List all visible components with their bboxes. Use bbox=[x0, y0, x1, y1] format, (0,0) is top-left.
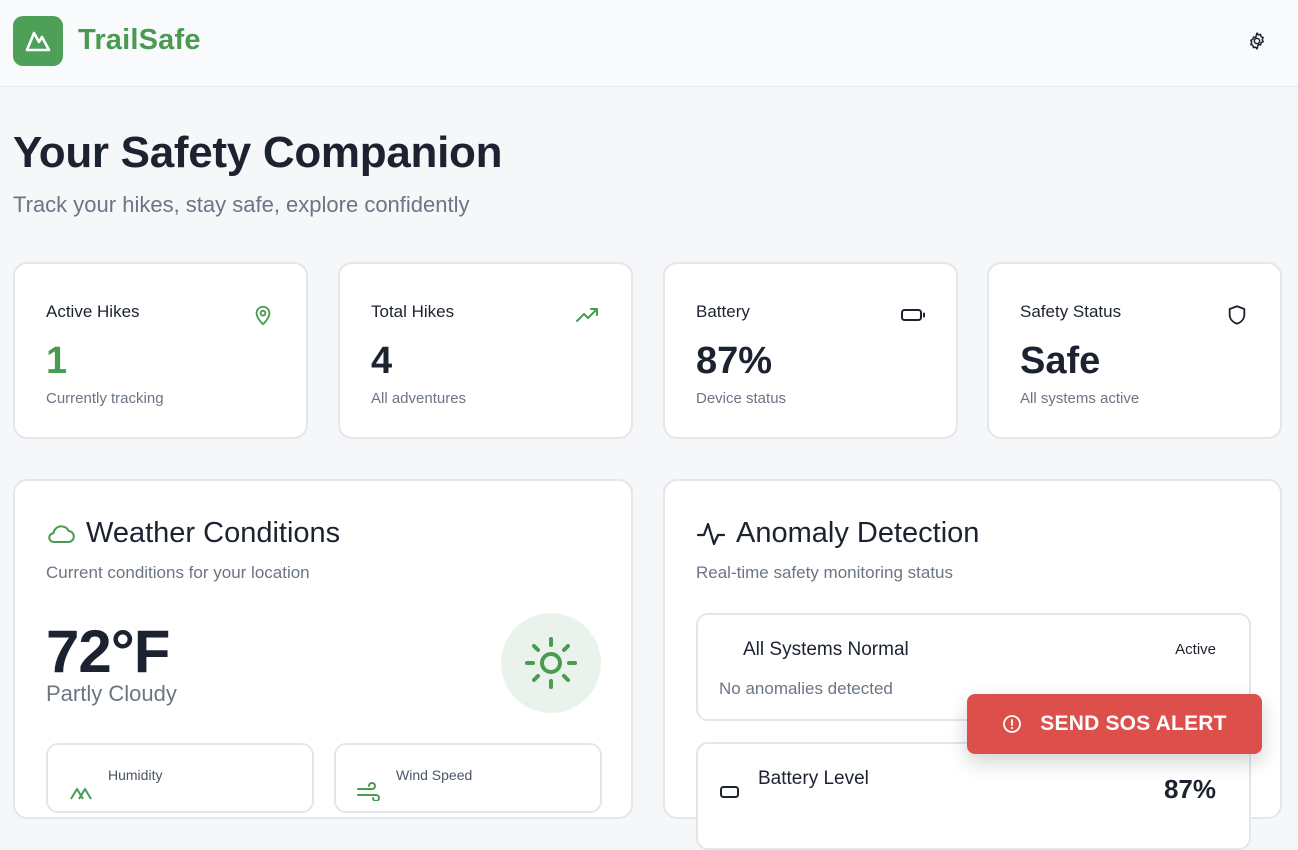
stat-value: 87% bbox=[696, 340, 773, 382]
battery-icon bbox=[719, 784, 743, 805]
stat-card-safety-status[interactable]: Safety Status Safe All systems active bbox=[987, 262, 1282, 439]
humidity-label: Humidity bbox=[108, 767, 163, 783]
gear-icon bbox=[1250, 32, 1264, 50]
anomaly-title-text: Anomaly Detection bbox=[736, 517, 980, 549]
cloud-icon bbox=[48, 524, 75, 543]
mountain-icon bbox=[25, 31, 51, 52]
stat-desc: All systems active bbox=[1020, 390, 1140, 407]
stat-desc: All adventures bbox=[371, 390, 467, 407]
sos-label: SEND SOS ALERT bbox=[1040, 712, 1227, 735]
stat-value: 4 bbox=[371, 340, 393, 382]
map-pin-icon bbox=[250, 302, 276, 328]
anomaly-title: Anomaly Detection bbox=[696, 517, 979, 550]
weather-panel: Weather Conditions Current conditions fo… bbox=[13, 479, 633, 819]
page-subtitle: Track your hikes, stay safe, explore con… bbox=[13, 192, 470, 217]
weather-title: Weather Conditions bbox=[46, 517, 340, 550]
stat-label: Active Hikes bbox=[46, 302, 140, 321]
status-item-battery[interactable]: Battery Level 87% bbox=[696, 742, 1251, 850]
stat-card-total-hikes[interactable]: Total Hikes 4 All adventures bbox=[338, 262, 633, 439]
droplets-icon bbox=[68, 781, 94, 806]
stat-card-battery[interactable]: Battery 87% Device status bbox=[663, 262, 958, 439]
shield-icon bbox=[1224, 302, 1250, 328]
weather-title-text: Weather Conditions bbox=[86, 517, 341, 549]
sun-icon bbox=[525, 637, 577, 689]
temperature: 72°F bbox=[46, 618, 170, 685]
stat-label: Total Hikes bbox=[371, 302, 455, 321]
status-title: Battery Level bbox=[758, 768, 869, 789]
sos-alert-button[interactable]: SEND SOS ALERT bbox=[967, 694, 1262, 754]
status-desc: No anomalies detected bbox=[719, 679, 893, 698]
stat-value: 1 bbox=[46, 340, 68, 382]
stat-label: Safety Status bbox=[1020, 302, 1122, 321]
stat-label: Battery bbox=[696, 302, 750, 321]
stat-desc: Currently tracking bbox=[46, 390, 164, 407]
stat-card-active-hikes[interactable]: Active Hikes 1 Currently tracking bbox=[13, 262, 308, 439]
activity-icon bbox=[696, 522, 726, 545]
alert-circle-icon bbox=[1003, 715, 1022, 733]
weather-condition: Partly Cloudy bbox=[46, 681, 177, 706]
app-name: TrailSafe bbox=[78, 24, 201, 56]
anomaly-subtitle: Real-time safety monitoring status bbox=[696, 563, 953, 582]
stat-value: Safe bbox=[1020, 340, 1101, 382]
stat-desc: Device status bbox=[696, 390, 787, 407]
anomaly-panel: Anomaly Detection Real-time safety monit… bbox=[663, 479, 1282, 850]
settings-button[interactable] bbox=[1245, 29, 1269, 53]
logo[interactable] bbox=[13, 16, 63, 66]
humidity-card: Humidity bbox=[46, 743, 314, 813]
top-header: TrailSafe bbox=[0, 0, 1298, 87]
wind-icon bbox=[356, 781, 382, 806]
battery-icon bbox=[900, 302, 926, 328]
trending-up-icon bbox=[575, 302, 601, 328]
status-title: All Systems Normal bbox=[743, 639, 909, 660]
status-badge: Active bbox=[1175, 641, 1216, 658]
wind-card: Wind Speed bbox=[334, 743, 602, 813]
wind-label: Wind Speed bbox=[396, 767, 473, 783]
page-title: Your Safety Companion bbox=[13, 128, 503, 177]
weather-subtitle: Current conditions for your location bbox=[46, 563, 310, 582]
weather-icon-bubble bbox=[501, 613, 601, 713]
